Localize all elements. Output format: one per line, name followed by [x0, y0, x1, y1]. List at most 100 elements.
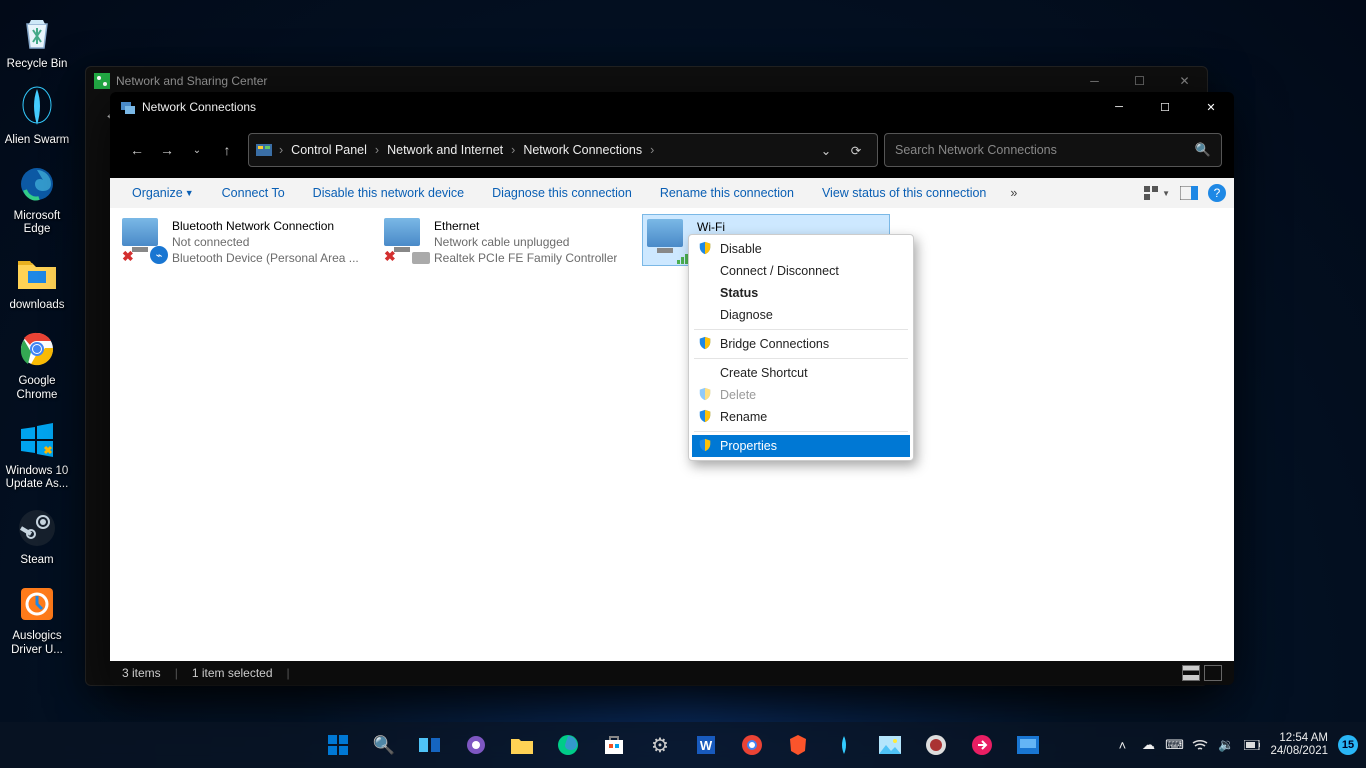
wifi-icon[interactable] — [1192, 737, 1208, 753]
desktop-icon-auslogics[interactable]: Auslogics Driver U... — [0, 580, 74, 658]
settings-button[interactable]: ⚙ — [640, 725, 680, 765]
search-icon[interactable]: 🔍 — [1195, 142, 1211, 158]
minimize-button[interactable]: ─ — [1096, 92, 1142, 122]
explorer-button[interactable] — [502, 725, 542, 765]
window-title: Network Connections — [142, 100, 256, 114]
search-input[interactable] — [895, 143, 1195, 157]
adapter-status: Network cable unplugged — [434, 234, 617, 250]
breadcrumb-sep[interactable]: › — [373, 143, 381, 157]
address-bar[interactable]: › Control Panel › Network and Internet ›… — [248, 133, 878, 167]
desktop-icon-win10-update[interactable]: Windows 10 Update As... — [0, 415, 74, 493]
divider: | — [287, 666, 290, 680]
parent-minimize-button[interactable]: ─ — [1072, 67, 1117, 95]
brave-button[interactable] — [778, 725, 818, 765]
breadcrumb-sep[interactable]: › — [277, 143, 285, 157]
menu-properties[interactable]: Properties — [692, 435, 910, 457]
app-button-3[interactable] — [962, 725, 1002, 765]
desktop-icon-label: Alien Swarm — [0, 134, 74, 148]
word-button[interactable]: W — [686, 725, 726, 765]
menu-bridge-connections[interactable]: Bridge Connections — [692, 333, 910, 355]
forward-button[interactable]: → — [152, 133, 182, 167]
volume-icon[interactable]: 🔉 — [1218, 737, 1234, 753]
recent-dropdown[interactable]: ⌄ — [182, 133, 212, 167]
desktop-icon-steam[interactable]: Steam — [0, 504, 74, 568]
breadcrumb-control-panel[interactable]: Control Panel — [285, 143, 373, 157]
close-button[interactable]: ✕ — [1188, 92, 1234, 122]
folder-icon — [13, 249, 61, 297]
breadcrumb-sep[interactable]: › — [648, 143, 656, 157]
edge-icon — [555, 732, 581, 758]
app-button[interactable] — [824, 725, 864, 765]
menu-disable[interactable]: Disable — [692, 238, 910, 260]
help-button[interactable]: ? — [1208, 184, 1226, 202]
battery-icon[interactable] — [1244, 737, 1260, 753]
toolbar-rename[interactable]: Rename this connection — [646, 178, 808, 208]
svg-text:W: W — [700, 738, 713, 753]
keyboard-icon[interactable]: ⌨ — [1166, 737, 1182, 753]
alien-icon — [13, 84, 61, 132]
shield-icon — [698, 438, 714, 454]
view-options-button[interactable]: ▼ — [1144, 182, 1170, 204]
desktop-icon-label: Google Chrome — [0, 375, 74, 403]
content-area[interactable]: ✖ ⌁ Bluetooth Network Connection Not con… — [110, 208, 1234, 661]
details-view-button[interactable] — [1182, 665, 1200, 681]
menu-rename[interactable]: Rename — [692, 406, 910, 428]
adapter-status: Not connected — [172, 234, 359, 250]
app-button-2[interactable] — [916, 725, 956, 765]
adapter-device: Realtek PCIe FE Family Controller — [434, 250, 617, 266]
onedrive-icon[interactable]: ☁ — [1140, 737, 1156, 753]
menu-status[interactable]: Status — [692, 282, 910, 304]
menu-diagnose[interactable]: Diagnose — [692, 304, 910, 326]
desktop-icon-edge[interactable]: Microsoft Edge — [0, 160, 74, 238]
photos-button[interactable] — [870, 725, 910, 765]
store-button[interactable] — [594, 725, 634, 765]
error-x-icon: ✖ — [122, 248, 136, 262]
desktop-icon-recycle-bin[interactable]: Recycle Bin — [0, 8, 74, 72]
toolbar-disable-device[interactable]: Disable this network device — [299, 178, 478, 208]
tray-overflow-button[interactable]: ˄ — [1114, 737, 1130, 753]
desktop-icon-alien-swarm[interactable]: Alien Swarm — [0, 84, 74, 148]
chat-button[interactable] — [456, 725, 496, 765]
menu-label: Rename — [720, 410, 767, 424]
up-button[interactable]: ↑ — [212, 133, 242, 167]
start-button[interactable] — [318, 725, 358, 765]
desktop-icon-downloads[interactable]: downloads — [0, 249, 74, 313]
refresh-button[interactable]: ⟳ — [841, 135, 871, 165]
clock[interactable]: 12:54 AM 24/08/2021 — [1270, 732, 1328, 758]
taskbar-center: 🔍 ⚙ W — [318, 725, 1048, 765]
parent-maximize-button[interactable]: ☐ — [1117, 67, 1162, 95]
menu-create-shortcut[interactable]: Create Shortcut — [692, 362, 910, 384]
tiles-view-button[interactable] — [1204, 665, 1222, 681]
menu-connect-disconnect[interactable]: Connect / Disconnect — [692, 260, 910, 282]
titlebar[interactable]: Network Connections ─ ☐ ✕ — [110, 92, 1234, 122]
edge-button[interactable] — [548, 725, 588, 765]
parent-close-button[interactable]: ✕ — [1162, 67, 1207, 95]
preview-pane-button[interactable] — [1176, 182, 1202, 204]
desktop-icon-chrome[interactable]: Google Chrome — [0, 325, 74, 403]
notifications-button[interactable]: 15 — [1338, 735, 1358, 755]
search-box[interactable]: 🔍 — [884, 133, 1222, 167]
back-button[interactable]: ← — [122, 133, 152, 167]
adapter-bluetooth[interactable]: ✖ ⌁ Bluetooth Network Connection Not con… — [118, 214, 366, 271]
adapter-ethernet[interactable]: ✖ Ethernet Network cable unplugged Realt… — [380, 214, 628, 271]
organize-menu[interactable]: Organize ▼ — [118, 178, 208, 208]
toolbar-view-status[interactable]: View status of this connection — [808, 178, 1000, 208]
address-dropdown[interactable]: ⌄ — [811, 135, 841, 165]
search-button[interactable]: 🔍 — [364, 725, 404, 765]
menu-label: Bridge Connections — [720, 337, 829, 351]
chrome-button[interactable] — [732, 725, 772, 765]
task-view-button[interactable] — [410, 725, 450, 765]
maximize-button[interactable]: ☐ — [1142, 92, 1188, 122]
adapter-name: Bluetooth Network Connection — [172, 218, 359, 234]
folder-icon — [509, 732, 535, 758]
parent-titlebar[interactable]: Network and Sharing Center ─ ☐ ✕ — [86, 67, 1207, 95]
adapter-icon: ✖ ⌁ — [122, 218, 164, 260]
breadcrumb-sep[interactable]: › — [509, 143, 517, 157]
toolbar-connect-to[interactable]: Connect To — [208, 178, 299, 208]
toolbar-diagnose[interactable]: Diagnose this connection — [478, 178, 646, 208]
toolbar-overflow[interactable]: » — [1000, 186, 1027, 200]
breadcrumb-network-connections[interactable]: Network Connections — [517, 143, 648, 157]
app-button-4[interactable] — [1008, 725, 1048, 765]
breadcrumb-network-internet[interactable]: Network and Internet — [381, 143, 509, 157]
menu-label: Create Shortcut — [720, 366, 808, 380]
